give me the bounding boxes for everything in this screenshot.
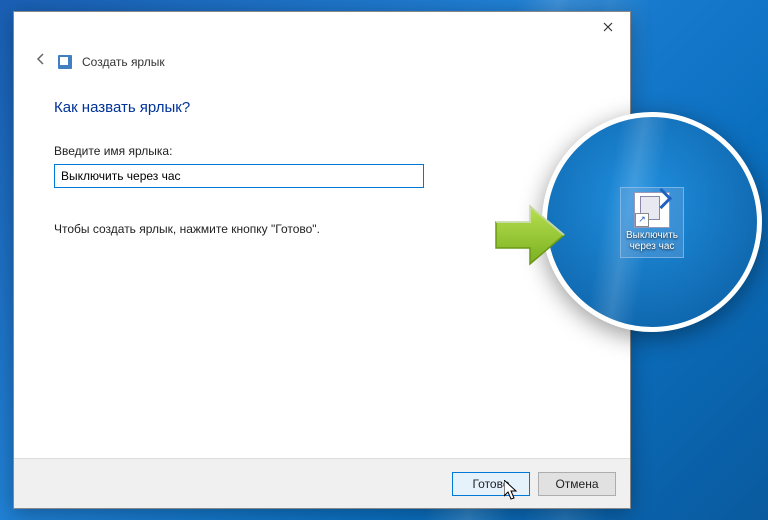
shortcut-overlay-icon: ↗ [635,213,649,227]
back-arrow-icon[interactable] [34,52,48,71]
shortcut-name-input[interactable] [54,164,424,188]
dialog-footer: Готово Отмена [14,458,630,508]
shortcut-wizard-icon [58,55,72,69]
desktop-shortcut[interactable]: ↗ Выключитьчерез час [620,187,684,258]
arrow-right-icon [490,200,570,270]
input-label: Введите имя ярлыка: [54,144,590,158]
dialog-question: Как назвать ярлык? [54,99,590,116]
shortcut-file-icon: ↗ [634,192,670,228]
titlebar [14,12,630,40]
shortcut-label: Выключитьчерез час [626,230,678,253]
result-preview-circle: ↗ Выключитьчерез час [542,112,762,332]
cancel-button[interactable]: Отмена [538,472,616,496]
close-button[interactable] [594,16,622,38]
finish-button[interactable]: Готово [452,472,530,496]
dialog-title: Создать ярлык [82,55,165,69]
dialog-header: Создать ярлык [14,40,630,77]
